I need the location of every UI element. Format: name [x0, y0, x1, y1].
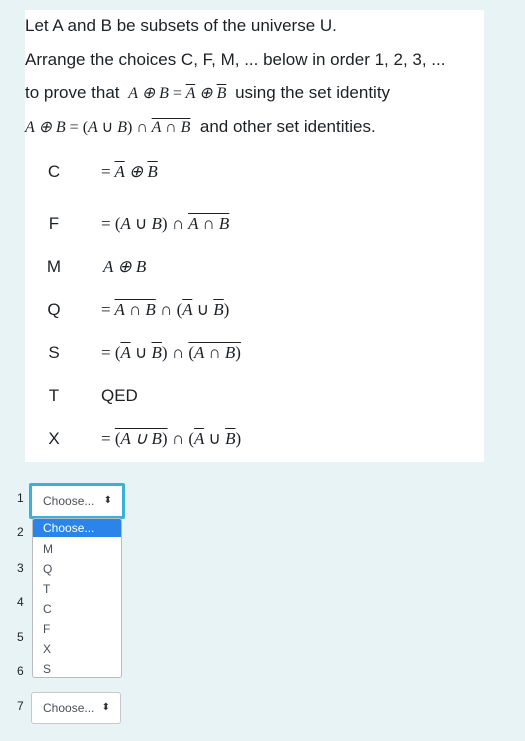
- choice-expr-m: A ⊕ B: [103, 257, 147, 276]
- slot-number-6: 6: [17, 664, 24, 678]
- updown-caret-icon: ⬍: [101, 702, 110, 713]
- question-line-4: A ⊕ B = (A ∪ B) ∩ A ∩ B and other set id…: [25, 117, 376, 138]
- line3-prefix: to prove that: [25, 83, 120, 102]
- question-line-2: Arrange the choices C, F, M, ... below i…: [25, 50, 446, 69]
- slot-number-3: 3: [17, 561, 24, 575]
- slot-number-7: 7: [17, 699, 24, 713]
- choice-expr-f: = (A ∪ B) ∩ A ∩ B: [101, 214, 230, 233]
- choice-expr-t: QED: [101, 386, 138, 405]
- slot-number-4: 4: [17, 595, 24, 609]
- choice-letter-q: Q: [47, 300, 61, 319]
- dropdown-option-m[interactable]: M: [33, 539, 121, 559]
- choice-letter-f: F: [48, 214, 60, 233]
- answer-select-7-value: Choose...: [43, 701, 95, 715]
- choice-letter-c: C: [47, 162, 61, 181]
- choice-letter-s: S: [48, 343, 60, 362]
- slot-number-2: 2: [17, 525, 24, 539]
- dropdown-option-f[interactable]: F: [33, 619, 121, 639]
- choice-letter-m: M: [46, 257, 62, 276]
- answer-select-1-value: Choose...: [43, 494, 95, 508]
- choice-letter-t: T: [48, 386, 60, 405]
- updown-caret-icon: ⬍: [103, 495, 112, 506]
- dropdown-option-q[interactable]: Q: [33, 559, 121, 579]
- goal-formula: A ⊕ B = A ⊕ B: [124, 85, 227, 102]
- line4-suffix: and other set identities.: [199, 117, 376, 136]
- question-line-3: to prove that A ⊕ B = A ⊕ B using the se…: [25, 83, 390, 104]
- dropdown-option-t[interactable]: T: [33, 579, 121, 599]
- question-card: Let A and B be subsets of the universe U…: [25, 10, 484, 462]
- question-line-1: Let A and B be subsets of the universe U…: [25, 16, 337, 35]
- slot-number-1: 1: [17, 491, 24, 505]
- line3-suffix: using the set identity: [235, 83, 391, 102]
- choice-expr-q: = A ∩ B ∩ (A ∪ B): [101, 300, 230, 319]
- dropdown-option-s[interactable]: S: [33, 659, 121, 677]
- choice-expr-x: = (A ∪ B) ∩ (A ∪ B): [101, 429, 242, 448]
- identity-formula: A ⊕ B = (A ∪ B) ∩ A ∩ B: [25, 119, 191, 136]
- choice-expr-c: = A ⊕ B: [101, 162, 158, 181]
- slot-number-5: 5: [17, 630, 24, 644]
- choice-letter-x: X: [48, 429, 60, 448]
- answer-dropdown-list[interactable]: Choose... M Q T C F X S: [32, 518, 122, 678]
- dropdown-option-choose[interactable]: Choose...: [33, 519, 121, 537]
- dropdown-option-x[interactable]: X: [33, 639, 121, 659]
- answer-select-7[interactable]: Choose... ⬍: [31, 692, 121, 724]
- dropdown-option-c[interactable]: C: [33, 599, 121, 619]
- choice-expr-s: = (A ∪ B) ∩ (A ∩ B): [101, 343, 241, 362]
- answer-select-1[interactable]: Choose... ⬍: [29, 483, 125, 519]
